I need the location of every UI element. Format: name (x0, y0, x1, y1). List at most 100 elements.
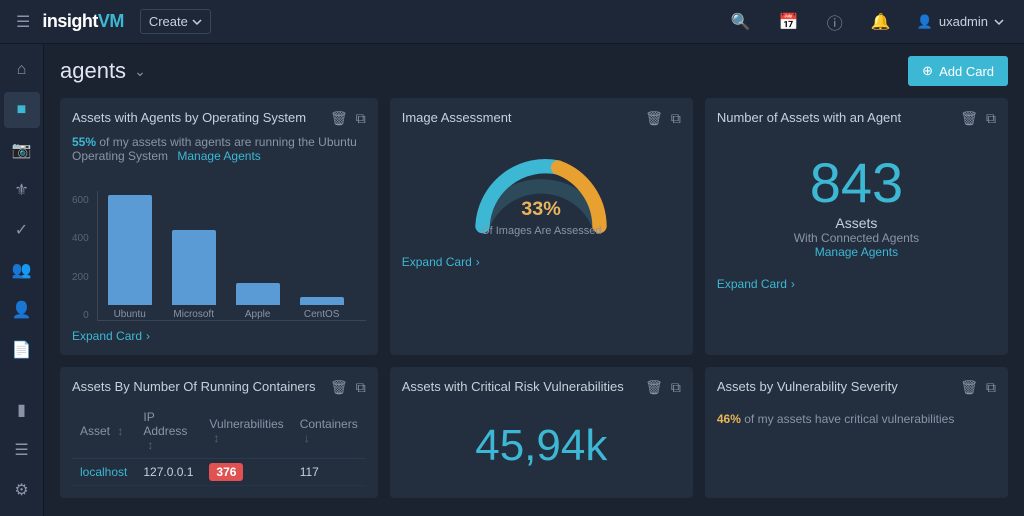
expand-card-button-3[interactable]: Expand Card › (717, 277, 996, 291)
manage-agents-link[interactable]: Manage Agents (177, 149, 260, 163)
sidebar-item-charts[interactable]: ▮ (4, 392, 40, 428)
expand-card-button-2[interactable]: Expand Card › (402, 255, 681, 269)
card-title: Image Assessment (402, 110, 512, 127)
col-ip: IP Address ↕ (135, 404, 201, 459)
user-chevron-icon (994, 17, 1004, 27)
calendar-icon[interactable]: 📅 (769, 12, 809, 32)
help-icon[interactable]: ⓘ (817, 10, 853, 34)
vuln-badge: 376 (209, 463, 243, 481)
copy-icon[interactable]: ⧉ (356, 110, 366, 127)
sidebar-item-users[interactable]: 👥 (4, 252, 40, 288)
bell-icon[interactable]: 🔔 (861, 12, 901, 32)
bar-centos: CentOS (300, 297, 344, 320)
user-menu[interactable]: 👤 uxadmin (909, 14, 1012, 30)
delete-icon[interactable]: 🗑 (330, 110, 348, 127)
donut-chart: 33% (466, 145, 616, 235)
create-label: Create (149, 14, 188, 29)
manage-agents-link[interactable]: Manage Agents (815, 245, 898, 259)
table-row: localhost 127.0.0.1 376 117 (72, 459, 366, 486)
donut-label: Of Images Are Assessed (481, 225, 601, 237)
ip-address: 127.0.0.1 (135, 459, 201, 486)
copy-icon[interactable]: ⧉ (986, 379, 996, 396)
asset-link[interactable]: localhost (80, 465, 127, 479)
critical-risk-card: Assets with Critical Risk Vulnerabilitie… (390, 367, 693, 498)
image-assessment-card: Image Assessment 🗑 ⧉ (390, 98, 693, 355)
sidebar-item-list[interactable]: ☰ (4, 432, 40, 468)
delete-icon[interactable]: 🗑 (645, 110, 663, 127)
card-actions: 🗑 ⧉ (645, 110, 681, 127)
bar-ubuntu-fill (108, 195, 152, 305)
number-display: 45,94k (402, 404, 681, 478)
card-header: Assets by Vulnerability Severity 🗑 ⧉ (717, 379, 996, 396)
containers-card: Assets By Number Of Running Containers 🗑… (60, 367, 378, 498)
sidebar-item-monitor[interactable]: 📷 (4, 132, 40, 168)
sort-icon[interactable]: ↓ (304, 431, 310, 445)
sort-icon[interactable]: ↕ (117, 424, 123, 438)
card-actions: 🗑 ⧉ (960, 110, 996, 127)
copy-icon[interactable]: ⧉ (671, 379, 681, 396)
chevron-right-icon: › (476, 255, 480, 269)
app-logo: insightVM (42, 11, 124, 32)
delete-icon[interactable]: 🗑 (330, 379, 348, 396)
card-header: Number of Assets with an Agent 🗑 ⧉ (717, 110, 996, 127)
sidebar-item-user[interactable]: 👤 (4, 292, 40, 328)
sort-icon[interactable]: ↕ (147, 438, 153, 452)
page-title: agents (60, 58, 126, 84)
copy-icon[interactable]: ⧉ (986, 110, 996, 127)
sidebar-item-goals[interactable]: ✓ (4, 212, 40, 248)
sidebar-item-agents[interactable]: ⚜ (4, 172, 40, 208)
chevron-down-icon (192, 17, 202, 27)
card-title: Assets with Critical Risk Vulnerabilitie… (402, 379, 624, 396)
sort-icon[interactable]: ↕ (213, 431, 219, 445)
card-actions: 🗑 ⧉ (330, 110, 366, 127)
stat-description: of my assets have critical vulnerabiliti… (744, 412, 954, 426)
bar-ubuntu: Ubuntu (108, 195, 152, 320)
delete-icon[interactable]: 🗑 (645, 379, 663, 396)
bar-microsoft: Microsoft (172, 230, 216, 320)
card-actions: 🗑 ⧉ (330, 379, 366, 396)
card-header: Assets By Number Of Running Containers 🗑… (72, 379, 366, 396)
bar-apple-fill (236, 283, 280, 305)
stat-percent: 46% (717, 412, 741, 426)
chart-subtitle: 55% of my assets with agents are running… (72, 135, 366, 163)
sidebar-item-reports[interactable]: 📄 (4, 332, 40, 368)
col-vuln: Vulnerabilities ↕ (201, 404, 291, 459)
chevron-right-icon: › (146, 329, 150, 343)
stat-text: 46% of my assets have critical vulnerabi… (717, 404, 996, 434)
delete-icon[interactable]: 🗑 (960, 110, 978, 127)
vuln-count: 376 (201, 459, 291, 486)
partial-number: 45,94k (475, 424, 607, 468)
main-content: agents ⌄ ⊕ Add Card Assets with Agents b… (44, 44, 1024, 516)
copy-icon[interactable]: ⧉ (356, 379, 366, 396)
card-header: Image Assessment 🗑 ⧉ (402, 110, 681, 127)
card-actions: 🗑 ⧉ (960, 379, 996, 396)
delete-icon[interactable]: 🗑 (960, 379, 978, 396)
add-card-button[interactable]: ⊕ Add Card (908, 56, 1008, 86)
card-title: Number of Assets with an Agent (717, 110, 901, 127)
sidebar-item-home[interactable]: ⌂ (4, 52, 40, 88)
containers-table: Asset ↕ IP Address ↕ Vulnerabilities ↕ C… (72, 404, 366, 486)
number-assets-card: Number of Assets with an Agent 🗑 ⧉ 843 A… (705, 98, 1008, 355)
expand-card-button-1[interactable]: Expand Card › (72, 329, 366, 343)
title-chevron-icon[interactable]: ⌄ (134, 63, 146, 80)
bars-container: Ubuntu Microsoft Apple CentOS (97, 191, 366, 321)
col-asset: Asset ↕ (72, 404, 135, 459)
copy-icon[interactable]: ⧉ (671, 110, 681, 127)
card-header: Assets with Agents by Operating System 🗑… (72, 110, 366, 127)
bar-apple: Apple (236, 283, 280, 320)
bar-microsoft-fill (172, 230, 216, 305)
create-button[interactable]: Create (140, 9, 211, 34)
cards-grid: Assets with Agents by Operating System 🗑… (60, 98, 1008, 498)
username: uxadmin (939, 14, 988, 29)
page-header: agents ⌄ ⊕ Add Card (60, 56, 1008, 86)
number-display: 843 Assets With Connected Agents Manage … (717, 135, 996, 269)
search-icon[interactable]: 🔍 (721, 12, 761, 32)
sidebar-item-settings[interactable]: ⚙ (4, 472, 40, 508)
card-title: Assets By Number Of Running Containers (72, 379, 316, 396)
table-header-row: Asset ↕ IP Address ↕ Vulnerabilities ↕ C… (72, 404, 366, 459)
big-number: 843 (810, 155, 903, 211)
card-title: Assets with Agents by Operating System (72, 110, 306, 127)
hamburger-icon[interactable]: ☰ (12, 8, 34, 36)
y-axis: 600 400 200 0 (72, 191, 97, 321)
sidebar-item-dashboard[interactable]: ■ (4, 92, 40, 128)
